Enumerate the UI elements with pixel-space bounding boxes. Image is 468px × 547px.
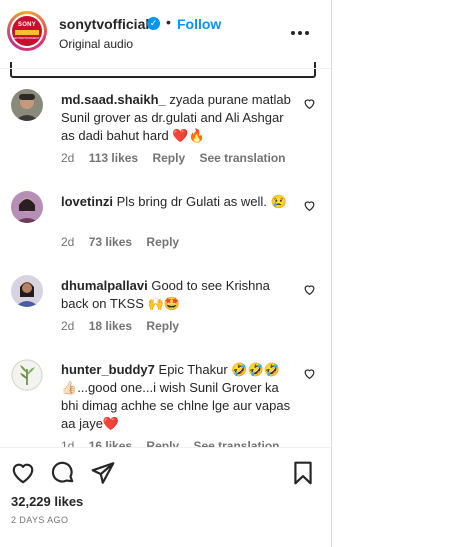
comment-emoji: 🙌🤩: [147, 296, 180, 311]
comment-likes[interactable]: 73 likes: [89, 235, 132, 249]
comment-like-icon[interactable]: [303, 199, 316, 212]
comment-meta: 2d 113 likes Reply See translation: [61, 151, 297, 165]
comment-text: hunter_buddy7 Epic Thakur 🤣🤣🤣👍🏻...good o…: [61, 361, 291, 433]
comment-emoji: ❤️🔥: [172, 128, 205, 143]
likes-count[interactable]: 32,229 likes: [11, 494, 83, 509]
comment-text: md.saad.shaikh_ zyada purane matlab Suni…: [61, 91, 291, 145]
comment-emoji: ❤️: [102, 416, 120, 431]
comments-list[interactable]: md.saad.shaikh_ zyada purane matlab Suni…: [0, 69, 331, 447]
post-panel: SONY ENTERTAINMENT sonytvofficial ✓ • Fo…: [0, 0, 332, 547]
comment-likes[interactable]: 113 likes: [89, 151, 138, 165]
comment-body: Epic Thakur: [158, 362, 228, 377]
comment-username[interactable]: dhumalpallavi: [61, 278, 148, 293]
user-photo-icon: [11, 275, 43, 307]
comment-body: Pls bring dr Gulati as well.: [116, 194, 267, 209]
comment-username[interactable]: md.saad.shaikh_: [61, 92, 166, 107]
comment-age: 2d: [61, 319, 75, 333]
comment-text: lovetinzi Pls bring dr Gulati as well. 😢: [61, 193, 291, 211]
separator-dot: •: [166, 14, 171, 30]
user-photo-icon: [11, 89, 43, 121]
comment-age: 2d: [61, 235, 75, 249]
comment-emoji: 😢: [270, 194, 287, 209]
comment-avatar[interactable]: [11, 89, 43, 121]
see-translation-button[interactable]: See translation: [199, 151, 285, 165]
comment-username[interactable]: hunter_buddy7: [61, 362, 155, 377]
comment-body: ...good one...i wish Sunil Grover ka bhi…: [61, 380, 291, 431]
bookmark-icon[interactable]: [290, 460, 316, 486]
see-translation-button[interactable]: See translation: [193, 439, 279, 447]
reply-button[interactable]: Reply: [152, 151, 185, 165]
comment-meta: 2d 18 likes Reply: [61, 319, 190, 333]
post-actions: [0, 455, 331, 491]
speech-bubble-icon[interactable]: [50, 460, 76, 486]
audio-label[interactable]: Original audio: [59, 37, 133, 51]
ellipsis-icon: [291, 31, 309, 35]
comment-like-icon[interactable]: [303, 367, 316, 380]
comment-meta: 2d 73 likes Reply: [61, 235, 190, 249]
more-options-icon[interactable]: [290, 20, 310, 41]
comment-likes[interactable]: 18 likes: [89, 319, 132, 333]
user-photo-icon: [11, 191, 43, 223]
comment-age: 2d: [61, 151, 75, 165]
verified-badge-icon: ✓: [147, 17, 160, 30]
follow-button[interactable]: Follow: [177, 16, 221, 32]
comment-likes[interactable]: 16 likes: [89, 439, 132, 447]
reply-button[interactable]: Reply: [146, 319, 179, 333]
logo-band: [15, 29, 39, 35]
avatar-inner: SONY ENTERTAINMENT: [10, 14, 44, 48]
comment-text: dhumalpallavi Good to see Krishna back o…: [61, 277, 291, 313]
comment-meta: 1d 16 likes Reply See translation: [61, 439, 290, 447]
profile-avatar[interactable]: SONY ENTERTAINMENT: [7, 11, 47, 51]
post-username[interactable]: sonytvofficial: [59, 16, 149, 32]
comment-like-icon[interactable]: [303, 283, 316, 296]
footer-divider: [0, 447, 331, 448]
heart-outline-icon[interactable]: [10, 460, 36, 486]
plant-avatar-icon: [11, 359, 43, 391]
reply-button[interactable]: Reply: [146, 439, 179, 447]
reply-button[interactable]: Reply: [146, 235, 179, 249]
logo-text-top: SONY: [17, 21, 37, 28]
comment-like-icon[interactable]: [303, 97, 316, 110]
post-date[interactable]: 2 DAYS AGO: [11, 515, 68, 525]
comment-avatar[interactable]: [11, 191, 43, 223]
post-header: SONY ENTERTAINMENT sonytvofficial ✓ • Fo…: [0, 0, 331, 68]
comment-avatar[interactable]: [11, 359, 43, 391]
sony-logo: SONY ENTERTAINMENT: [12, 16, 42, 46]
comment-username[interactable]: lovetinzi: [61, 194, 113, 209]
comment-avatar[interactable]: [11, 275, 43, 307]
paper-plane-icon[interactable]: [90, 460, 116, 486]
logo-text-bottom: ENTERTAINMENT: [14, 35, 40, 40]
comment-age: 1d: [61, 439, 75, 447]
